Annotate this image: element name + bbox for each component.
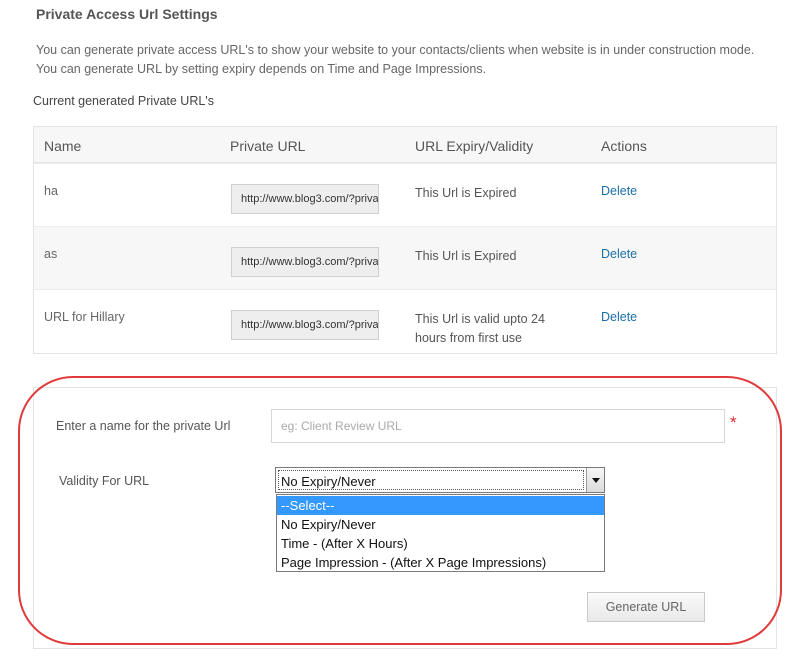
validity-select[interactable]: No Expiry/Never [275, 467, 605, 493]
column-header-name: Name [44, 138, 82, 154]
table-row: as http://www.blog3.com/?private_access=… [34, 226, 776, 289]
page-description: You can generate private access URL's to… [36, 43, 755, 76]
private-urls-table: Name Private URL URL Expiry/Validity Act… [33, 126, 777, 354]
row-name: as [44, 247, 58, 261]
row-expiry: This Url is Expired [415, 249, 517, 263]
option-time[interactable]: Time - (After X Hours) [277, 534, 604, 553]
row-name: URL for Hillary [44, 310, 125, 324]
validity-selected-value: No Expiry/Never [281, 474, 376, 489]
table-row: ha http://www.blog3.com/?private_access=… [34, 163, 776, 226]
private-url-field[interactable]: http://www.blog3.com/?private_access=3 [231, 310, 379, 340]
delete-link[interactable]: Delete [601, 310, 637, 324]
private-url-field[interactable]: http://www.blog3.com/?private_access=2 [231, 247, 379, 277]
page-title: Private Access Url Settings [36, 6, 218, 22]
column-header-private-url: Private URL [230, 138, 306, 154]
private-url-name-input[interactable] [271, 409, 725, 443]
option-page-impression[interactable]: Page Impression - (After X Page Impressi… [277, 553, 604, 572]
chevron-down-icon [592, 478, 600, 483]
delete-link[interactable]: Delete [601, 247, 637, 261]
option-select[interactable]: --Select-- [277, 496, 604, 515]
table-header: Name Private URL URL Expiry/Validity Act… [34, 127, 776, 163]
required-marker: * [730, 413, 737, 432]
option-no-expiry[interactable]: No Expiry/Never [277, 515, 604, 534]
validity-options-list: --Select-- No Expiry/Never Time - (After… [276, 494, 605, 572]
validity-label: Validity For URL [59, 474, 150, 488]
row-expiry: This Url is valid upto 24 hours from fir… [415, 312, 545, 345]
current-urls-heading: Current generated Private URL's [33, 94, 214, 108]
generate-url-button[interactable]: Generate URL [587, 592, 705, 622]
row-expiry: This Url is Expired [415, 186, 517, 200]
column-header-expiry: URL Expiry/Validity [415, 138, 534, 154]
table-row: URL for Hillary http://www.blog3.com/?pr… [34, 289, 776, 352]
row-name: ha [44, 184, 58, 198]
name-label: Enter a name for the private Url [56, 419, 231, 433]
dropdown-toggle-button[interactable] [586, 468, 604, 492]
column-header-actions: Actions [601, 138, 647, 154]
private-url-field[interactable]: http://www.blog3.com/?private_access=1 [231, 184, 379, 214]
delete-link[interactable]: Delete [601, 184, 637, 198]
